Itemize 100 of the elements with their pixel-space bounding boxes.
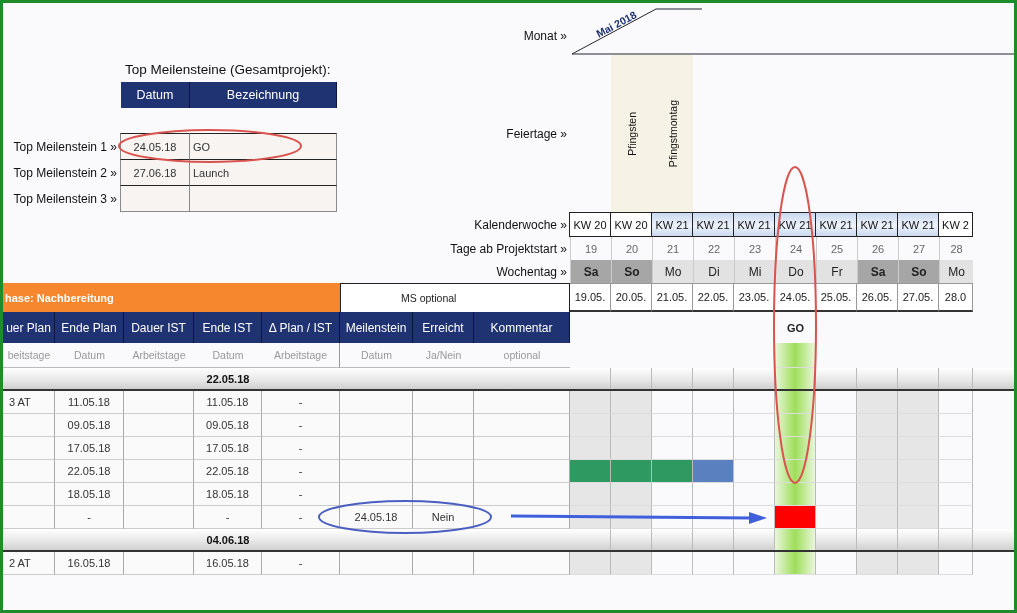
column-header: Δ Plan / IST — [262, 312, 340, 343]
table-cell — [124, 506, 194, 529]
table-cell — [124, 460, 194, 483]
milestone-label: Top Meilenstein 3 » — [12, 191, 118, 208]
date-cell: 26.05. — [857, 283, 898, 312]
table-cell: - — [262, 437, 340, 460]
date-cell: 21.05. — [652, 283, 693, 312]
table-cell — [124, 414, 194, 437]
weekday-cell: So — [898, 260, 939, 283]
date-cell: 27.05. — [898, 283, 939, 312]
column-header: Dauer IST — [124, 312, 194, 343]
table-cell: - — [262, 391, 340, 414]
table-cell: 24.05.18 — [340, 506, 413, 529]
table-cell — [413, 552, 474, 575]
table-cell — [3, 483, 55, 506]
column-header: Kommentar — [474, 312, 570, 343]
table-cell: 11.05.18 — [194, 391, 262, 414]
table-cell: 3 AT — [3, 391, 55, 414]
table-cell: 17.05.18 — [194, 437, 262, 460]
holiday-label: Pfingstmontag — [666, 99, 679, 168]
column-header: Erreicht — [413, 312, 474, 343]
row-label: Wochentag » — [496, 264, 567, 279]
column-header: Ende Plan — [55, 312, 124, 343]
date-cell: 25.05. — [816, 283, 857, 312]
week-cell: KW 20 — [569, 212, 611, 237]
date-cell: 24.05. — [775, 283, 816, 312]
date-cell: 23.05. — [734, 283, 775, 312]
weekday-cell: Fr — [816, 260, 857, 283]
holiday-label: Pfingsten — [625, 111, 638, 156]
table-cell — [124, 391, 194, 414]
week-cell: KW 21 — [856, 212, 898, 237]
column-header: Meilenstein — [340, 312, 413, 343]
table-cell — [3, 460, 55, 483]
table-cell: - — [55, 506, 124, 529]
table-cell — [413, 483, 474, 506]
table-cell: 22.05.18 — [194, 460, 262, 483]
table-cell: 22.05.18 — [55, 460, 124, 483]
table-cell: 16.05.18 — [194, 552, 262, 575]
date-cell: 19.05. — [570, 283, 611, 312]
weekday-cell: Do — [775, 260, 816, 283]
weekday-cell: Mo — [939, 260, 973, 283]
week-cell: KW 21 — [733, 212, 775, 237]
milestone-label: Top Meilenstein 2 » — [12, 165, 118, 182]
week-cell: KW 2 — [938, 212, 973, 237]
date-field[interactable] — [120, 185, 190, 212]
date-cell: 20.05. — [611, 283, 652, 312]
weekday-cell: Sa — [570, 260, 611, 283]
week-cell: KW 21 — [651, 212, 693, 237]
date-cell: 22.05. — [693, 283, 734, 312]
column-header: uer Plan — [3, 312, 55, 343]
column-header: Datum — [121, 82, 190, 108]
table-cell: - — [262, 483, 340, 506]
week-cell: KW 21 — [897, 212, 939, 237]
row-label: Kalenderwoche » — [474, 217, 567, 232]
ms-optional-label: MS optional — [340, 283, 570, 312]
milestones-title: Top Meilensteine (Gesamtprojekt): — [125, 62, 332, 79]
table-cell — [3, 437, 55, 460]
row-label: Feiertage » — [506, 126, 567, 141]
phase-bar: hase: Nachbereitung — [3, 283, 340, 312]
date-cell: 28.0 — [939, 283, 973, 312]
month-label: Mai 2018 — [594, 8, 639, 40]
weekday-cell: Sa — [857, 260, 898, 283]
week-cell: KW 21 — [692, 212, 734, 237]
table-cell — [3, 506, 55, 529]
group-date: 04.06.18 — [205, 532, 251, 548]
table-cell: - — [194, 506, 262, 529]
weekday-cell: So — [611, 260, 652, 283]
milestone-glow — [775, 343, 816, 368]
table-cell — [124, 483, 194, 506]
table-cell — [413, 391, 474, 414]
table-cell: - — [262, 414, 340, 437]
name-field[interactable] — [189, 185, 337, 212]
table-cell: 18.05.18 — [194, 483, 262, 506]
week-cell: KW 21 — [815, 212, 857, 237]
table-cell — [124, 552, 194, 575]
table-cell — [413, 414, 474, 437]
table-cell: 18.05.18 — [55, 483, 124, 506]
table-cell: - — [262, 506, 340, 529]
table-cell — [413, 460, 474, 483]
table-cell — [413, 437, 474, 460]
table-cell: - — [262, 460, 340, 483]
milestone-marker-label: GO — [785, 320, 806, 336]
table-cell: 16.05.18 — [55, 552, 124, 575]
table-cell: - — [262, 552, 340, 575]
row-label: Tage ab Projektstart » — [450, 241, 567, 256]
table-cell: 09.05.18 — [55, 414, 124, 437]
milestone-label: Top Meilenstein 1 » — [12, 139, 118, 156]
row-label: Monat » — [523, 29, 567, 43]
table-cell — [124, 437, 194, 460]
table-cell: 11.05.18 — [55, 391, 124, 414]
column-header: Ende IST — [194, 312, 262, 343]
table-cell: 17.05.18 — [55, 437, 124, 460]
table-cell: 09.05.18 — [194, 414, 262, 437]
column-header: Bezeichnung — [190, 82, 337, 108]
table-cell: Nein — [413, 506, 474, 529]
weekday-cell: Mi — [734, 260, 775, 283]
table-cell: 2 AT — [3, 552, 55, 575]
week-cell: KW 20 — [610, 212, 652, 237]
group-date: 22.05.18 — [205, 371, 251, 387]
weekday-cell: Mo — [652, 260, 693, 283]
